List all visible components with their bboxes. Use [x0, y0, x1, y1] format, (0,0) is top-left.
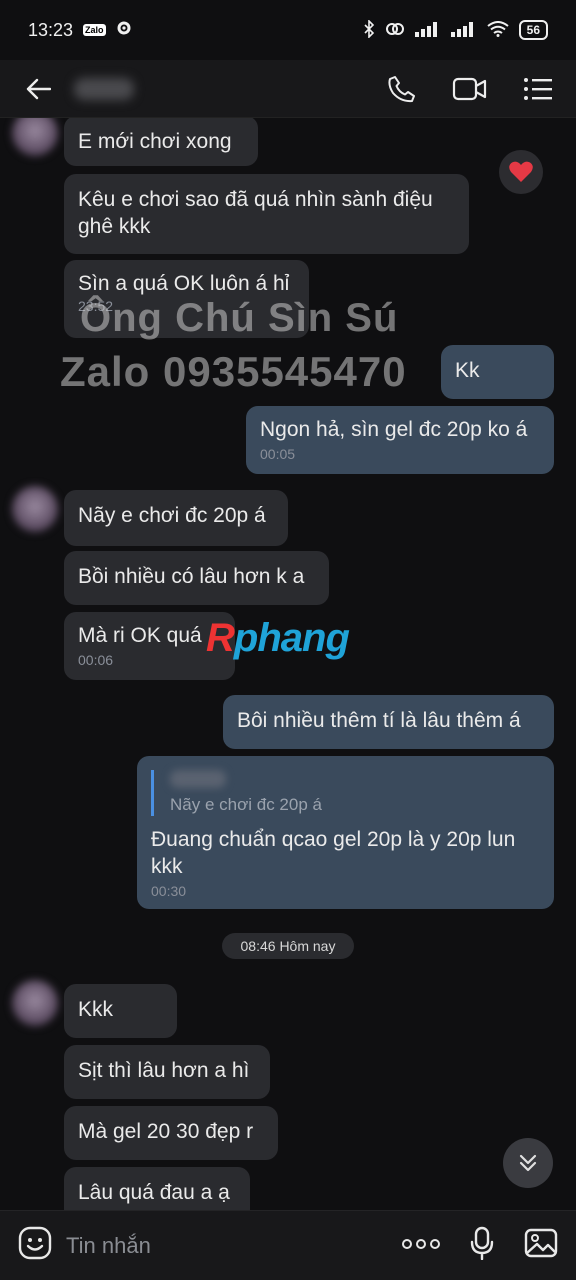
- message-time: 00:05: [260, 446, 296, 462]
- contact-avatar[interactable]: [12, 118, 58, 156]
- watermark-text: Ông Chú Sìn Sú: [80, 296, 399, 340]
- message-input[interactable]: Tin nhắn: [66, 1233, 402, 1259]
- emoji-smile-icon: [18, 1226, 52, 1260]
- message-text: Lâu quá đau a ạ: [78, 1181, 230, 1204]
- message-time: 00:30: [151, 883, 187, 899]
- message-text: Bồi nhiều có lâu hơn k a: [78, 565, 305, 588]
- message-text: Bôi nhiều thêm tí là lâu thêm á: [237, 709, 521, 732]
- chat-header: [0, 60, 576, 118]
- message-text: Sịt thì lâu hơn a hì: [78, 1059, 250, 1082]
- message-bubble[interactable]: Lâu quá đau a ạ: [64, 1167, 250, 1210]
- message-bubble[interactable]: Sịt thì lâu hơn a hì: [64, 1045, 270, 1099]
- signal-icon-2: [450, 21, 477, 40]
- message-text: Kêu e chơi sao đã quá nhìn sành điệu ghê…: [78, 188, 433, 238]
- zalo-notification-icon: Zalo: [83, 24, 106, 36]
- message-text: Sìn a quá OK luôn á hỉ: [78, 272, 290, 295]
- battery-indicator: 56: [518, 20, 548, 40]
- video-camera-icon: [452, 77, 487, 100]
- voice-call-button[interactable]: [380, 67, 424, 111]
- message-bubble[interactable]: Nãy e chơi đc 20p á: [64, 490, 288, 546]
- message-text: Ngon hả, sìn gel đc 20p ko á: [260, 418, 528, 441]
- message-composer: Tin nhắn: [0, 1210, 576, 1280]
- message-text: E mới chơi xong: [78, 130, 232, 153]
- scroll-to-bottom-button[interactable]: [503, 1138, 553, 1188]
- quoted-text: Nãy e chơi đc 20p á: [170, 795, 322, 814]
- status-time: 13:23: [28, 19, 74, 40]
- contact-avatar[interactable]: [12, 980, 58, 1026]
- emoji-button[interactable]: [18, 1226, 52, 1265]
- send-image-button[interactable]: [524, 1228, 558, 1263]
- signal-icon: [414, 21, 441, 40]
- message-bubble[interactable]: Kêu e chơi sao đã quá nhìn sành điệu ghê…: [64, 174, 469, 254]
- message-bubble[interactable]: Mà gel 20 30 đẹp r: [64, 1106, 278, 1160]
- double-chevron-down-icon: [519, 1154, 537, 1172]
- brand-logo-watermark: Rphang: [206, 616, 350, 660]
- message-text: Kkk: [78, 998, 114, 1021]
- message-text: Kk: [455, 359, 480, 382]
- date-separator: 08:46 Hôm nay: [222, 933, 354, 959]
- contact-avatar[interactable]: [12, 486, 58, 532]
- settings-gear-icon: [116, 20, 132, 41]
- bluetooth-icon: [363, 18, 375, 41]
- message-bubble[interactable]: Bôi nhiều thêm tí là lâu thêm á: [223, 695, 554, 749]
- message-text: Nãy e chơi đc 20p á: [78, 504, 266, 527]
- message-text: Mà ri OK quá: [78, 624, 202, 647]
- more-dots-icon: [402, 1238, 440, 1249]
- phone-icon: [388, 75, 415, 102]
- watermark-phone: Zalo 0935545470: [60, 348, 407, 395]
- message-bubble[interactable]: Bồi nhiều có lâu hơn k a: [64, 551, 329, 605]
- heart-reaction-icon[interactable]: [499, 150, 543, 194]
- contact-name[interactable]: [74, 77, 134, 100]
- voice-message-button[interactable]: [470, 1226, 494, 1265]
- menu-button[interactable]: [516, 67, 560, 111]
- more-options-button[interactable]: [402, 1237, 440, 1255]
- link-icon: [385, 20, 405, 41]
- list-menu-icon: [524, 77, 552, 100]
- message-list[interactable]: E mới chơi xong Kêu e chơi sao đã quá nh…: [0, 118, 576, 1210]
- status-bar: 13:23 Zalo 56: [0, 0, 576, 60]
- video-call-button[interactable]: [448, 67, 492, 111]
- message-time: 00:06: [78, 652, 114, 668]
- message-bubble[interactable]: Kk: [441, 345, 554, 399]
- arrow-left-icon: [26, 78, 51, 99]
- message-bubble[interactable]: Kkk: [64, 984, 177, 1038]
- message-bubble[interactable]: Ngon hả, sìn gel đc 20p ko á 00:05: [246, 406, 554, 474]
- message-text: Mà gel 20 30 đẹp r: [78, 1120, 254, 1143]
- reply-message-bubble[interactable]: Nãy e chơi đc 20p á Đuang chuẩn qcao gel…: [137, 756, 554, 909]
- message-bubble[interactable]: E mới chơi xong: [64, 118, 258, 166]
- microphone-icon: [470, 1226, 494, 1261]
- wifi-icon: [487, 20, 509, 40]
- message-text: Đuang chuẩn qcao gel 20p là y 20p lun kk…: [151, 828, 516, 878]
- image-gallery-icon: [524, 1228, 558, 1258]
- quoted-message[interactable]: Nãy e chơi đc 20p á: [151, 770, 540, 816]
- quoted-sender-name: [170, 770, 226, 788]
- back-button[interactable]: [16, 67, 60, 111]
